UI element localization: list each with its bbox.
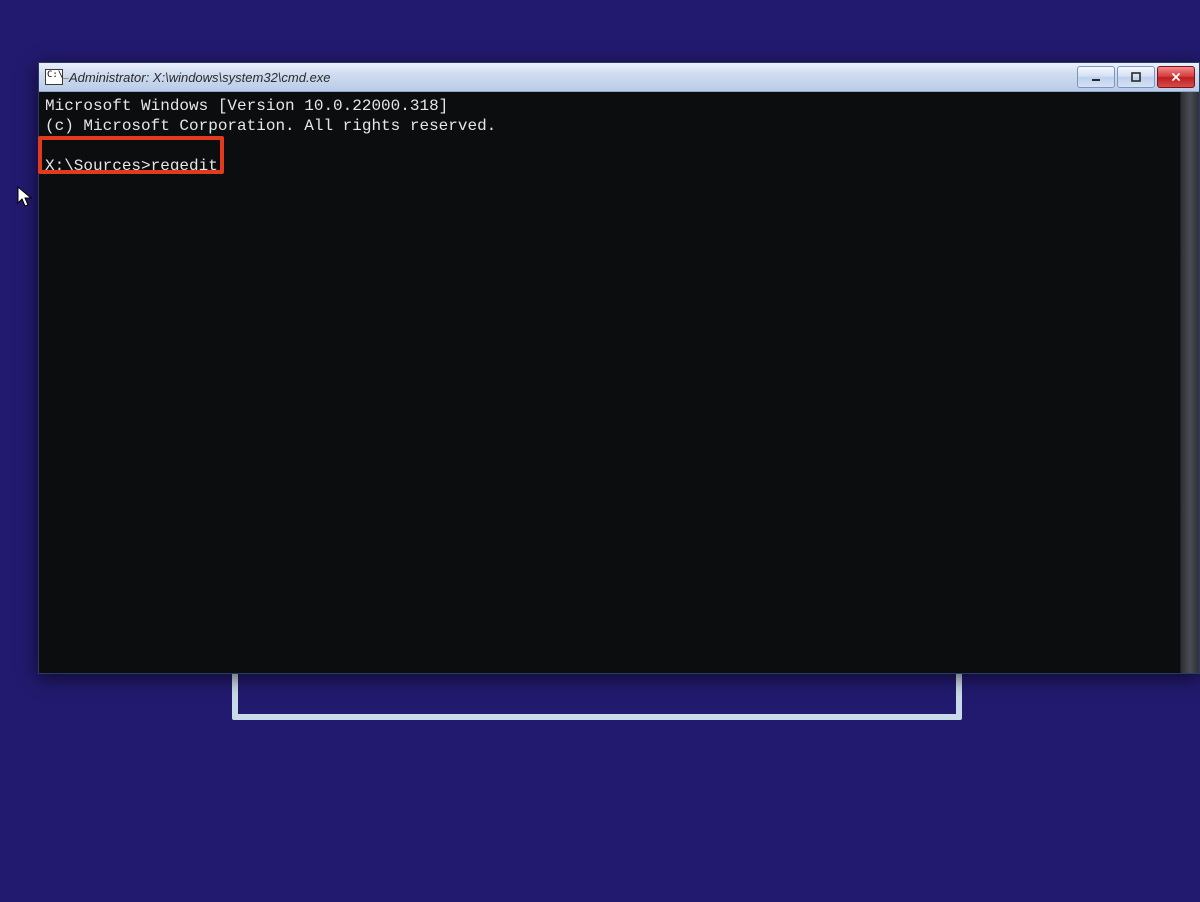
maximize-button[interactable] [1117,66,1155,88]
output-line: Microsoft Windows [Version 10.0.22000.31… [45,97,448,115]
scrollbar-vertical[interactable] [1180,92,1199,673]
minimize-button[interactable] [1077,66,1115,88]
prompt: X:\Sources> [45,157,151,175]
cmd-window: Administrator: X:\windows\system32\cmd.e… [38,62,1200,674]
output-line: (c) Microsoft Corporation. All rights re… [45,117,496,135]
scrollbar-thumb[interactable] [1181,92,1199,673]
window-controls [1077,66,1195,88]
terminal-area[interactable]: Microsoft Windows [Version 10.0.22000.31… [39,92,1199,673]
typed-command: regedit [151,157,218,175]
prompt-line: X:\Sources>regedit [45,157,218,175]
window-title: Administrator: X:\windows\system32\cmd.e… [69,70,1071,85]
cmd-app-icon [45,69,63,85]
titlebar[interactable]: Administrator: X:\windows\system32\cmd.e… [39,63,1199,92]
close-button[interactable] [1157,66,1195,88]
mouse-cursor-icon [17,186,33,210]
terminal-output[interactable]: Microsoft Windows [Version 10.0.22000.31… [39,92,1180,673]
